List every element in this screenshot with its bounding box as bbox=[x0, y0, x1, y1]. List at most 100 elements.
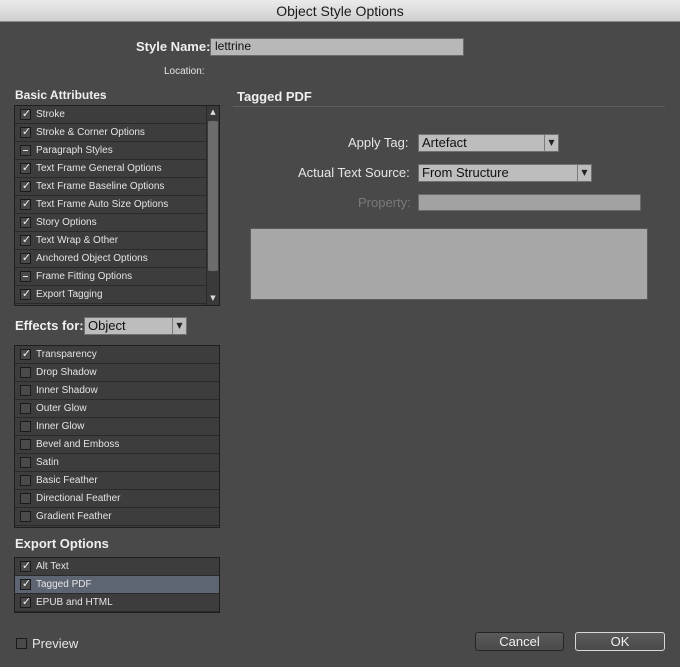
basic-attribute-row[interactable]: ✓ Stroke & Corner Options bbox=[15, 124, 206, 142]
effect-row[interactable]: Basic Feather bbox=[15, 472, 219, 490]
export-option-row[interactable]: ✓ Tagged PDF bbox=[15, 576, 219, 594]
basic-attribute-row[interactable]: ✓ Stroke bbox=[15, 106, 206, 124]
basic-attribute-label: Stroke & Corner Options bbox=[36, 127, 145, 138]
checkbox[interactable] bbox=[20, 367, 31, 378]
basic-attribute-label: Paragraph Styles bbox=[36, 145, 113, 156]
effect-row[interactable]: ✓ Transparency bbox=[15, 346, 219, 364]
export-option-row[interactable]: ✓ Alt Text bbox=[15, 558, 219, 576]
checkmark-icon[interactable]: ✓ bbox=[20, 288, 31, 300]
preview-checkbox[interactable] bbox=[16, 638, 27, 649]
basic-attribute-row[interactable]: ✓ Text Frame Auto Size Options bbox=[15, 196, 206, 214]
effects-for-value: Object bbox=[88, 318, 126, 333]
effect-label: Transparency bbox=[36, 349, 97, 360]
checkbox[interactable] bbox=[20, 403, 31, 414]
basic-attributes-list[interactable]: ✓ Stroke ✓ Stroke & Corner Options Paragraph… bbox=[14, 105, 220, 306]
effect-row[interactable]: Gradient Feather bbox=[15, 508, 219, 526]
export-options-heading: Export Options bbox=[15, 536, 109, 551]
effect-label: Bevel and Emboss bbox=[36, 439, 120, 450]
window-title: Object Style Options bbox=[0, 0, 680, 22]
basic-attribute-label: Text Frame General Options bbox=[36, 163, 162, 174]
effect-label: Inner Shadow bbox=[36, 385, 98, 396]
apply-tag-select[interactable]: Artefact ▼ bbox=[418, 134, 559, 152]
checkmark-icon[interactable]: ✓ bbox=[20, 348, 31, 360]
location-label: Location: bbox=[164, 66, 205, 77]
checkbox[interactable] bbox=[20, 511, 31, 522]
checkmark-icon[interactable]: ✓ bbox=[20, 126, 31, 138]
triangle-down-icon[interactable]: ▼ bbox=[207, 292, 219, 305]
basic-attribute-label: Story Options bbox=[36, 217, 97, 228]
basic-attribute-row[interactable]: Paragraph Styles bbox=[15, 142, 206, 160]
cancel-button[interactable]: Cancel bbox=[475, 632, 564, 651]
effect-label: Outer Glow bbox=[36, 403, 87, 414]
apply-tag-value: Artefact bbox=[422, 135, 467, 150]
apply-tag-label: Apply Tag: bbox=[348, 135, 409, 150]
actual-text-source-select[interactable]: From Structure ▼ bbox=[418, 164, 592, 182]
effect-label: Inner Glow bbox=[36, 421, 85, 432]
basic-attribute-row[interactable]: ✓ Text Frame General Options bbox=[15, 160, 206, 178]
basic-attribute-row[interactable]: ✓ Anchored Object Options bbox=[15, 250, 206, 268]
basic-attribute-label: Stroke bbox=[36, 109, 65, 120]
effect-row[interactable]: Inner Glow bbox=[15, 418, 219, 436]
basic-attribute-row[interactable]: ✓ Export Tagging bbox=[15, 286, 206, 304]
effect-row[interactable]: Drop Shadow bbox=[15, 364, 219, 382]
chevron-down-icon: ▼ bbox=[172, 318, 186, 334]
checkmark-icon[interactable]: ✓ bbox=[20, 578, 31, 590]
checkmark-icon[interactable]: ✓ bbox=[20, 234, 31, 246]
object-style-options-dialog: Style Name: lettrine Location: Basic Att… bbox=[0, 22, 680, 667]
effect-row[interactable]: Outer Glow bbox=[15, 400, 219, 418]
checkbox[interactable] bbox=[20, 493, 31, 504]
dash-icon[interactable] bbox=[20, 271, 31, 282]
checkbox[interactable] bbox=[20, 475, 31, 486]
checkmark-icon[interactable]: ✓ bbox=[20, 216, 31, 228]
export-option-label: Alt Text bbox=[36, 561, 69, 572]
export-option-label: Tagged PDF bbox=[36, 579, 92, 590]
checkbox[interactable] bbox=[20, 439, 31, 450]
chevron-down-icon: ▼ bbox=[577, 165, 591, 181]
property-input[interactable] bbox=[418, 194, 641, 211]
basic-attributes-scrollbar[interactable]: ▲ ▼ bbox=[206, 106, 219, 305]
effects-for-select[interactable]: Object ▼ bbox=[84, 317, 187, 335]
checkmark-icon[interactable]: ✓ bbox=[20, 180, 31, 192]
panel-heading: Tagged PDF bbox=[237, 89, 312, 104]
effect-label: Satin bbox=[36, 457, 59, 468]
style-name-label: Style Name: bbox=[136, 39, 211, 54]
checkmark-icon[interactable]: ✓ bbox=[20, 560, 31, 572]
basic-attribute-label: Text Wrap & Other bbox=[36, 235, 119, 246]
effect-row[interactable]: Satin bbox=[15, 454, 219, 472]
dash-icon[interactable] bbox=[20, 145, 31, 156]
checkbox[interactable] bbox=[20, 385, 31, 396]
effect-row[interactable]: Inner Shadow bbox=[15, 382, 219, 400]
preview-toggle[interactable]: Preview bbox=[16, 636, 78, 651]
scroll-thumb[interactable] bbox=[208, 121, 218, 271]
style-name-input[interactable]: lettrine bbox=[210, 38, 464, 56]
export-option-row[interactable]: ✓ EPUB and HTML bbox=[15, 594, 219, 612]
chevron-down-icon: ▼ bbox=[544, 135, 558, 151]
ok-button[interactable]: OK bbox=[575, 632, 665, 651]
checkmark-icon[interactable]: ✓ bbox=[20, 252, 31, 264]
effects-list[interactable]: ✓ Transparency Drop Shadow Inner Shadow Oute… bbox=[14, 345, 220, 528]
panel-divider bbox=[233, 106, 665, 107]
effects-for-label: Effects for: bbox=[15, 318, 84, 333]
effect-label: Gradient Feather bbox=[36, 511, 112, 522]
basic-attribute-label: Frame Fitting Options bbox=[36, 271, 133, 282]
basic-attributes-heading: Basic Attributes bbox=[15, 88, 107, 102]
effect-row[interactable]: Bevel and Emboss bbox=[15, 436, 219, 454]
basic-attribute-row[interactable]: ✓ Text Frame Baseline Options bbox=[15, 178, 206, 196]
property-label: Property: bbox=[358, 195, 411, 210]
checkbox[interactable] bbox=[20, 421, 31, 432]
checkbox[interactable] bbox=[20, 457, 31, 468]
triangle-up-icon[interactable]: ▲ bbox=[207, 106, 219, 119]
basic-attribute-row[interactable]: Frame Fitting Options bbox=[15, 268, 206, 286]
preview-label: Preview bbox=[32, 636, 79, 651]
effect-row[interactable]: Directional Feather bbox=[15, 490, 219, 508]
checkmark-icon[interactable]: ✓ bbox=[20, 596, 31, 608]
export-options-list[interactable]: ✓ Alt Text ✓ Tagged PDF ✓ EPUB and HTML bbox=[14, 557, 220, 613]
description-area bbox=[250, 228, 648, 300]
basic-attribute-row[interactable]: ✓ Text Wrap & Other bbox=[15, 232, 206, 250]
basic-attribute-row[interactable]: ✓ Story Options bbox=[15, 214, 206, 232]
checkmark-icon[interactable]: ✓ bbox=[20, 108, 31, 120]
checkmark-icon[interactable]: ✓ bbox=[20, 198, 31, 210]
basic-attribute-label: Text Frame Auto Size Options bbox=[36, 199, 169, 210]
checkmark-icon[interactable]: ✓ bbox=[20, 162, 31, 174]
effect-label: Basic Feather bbox=[36, 475, 98, 486]
